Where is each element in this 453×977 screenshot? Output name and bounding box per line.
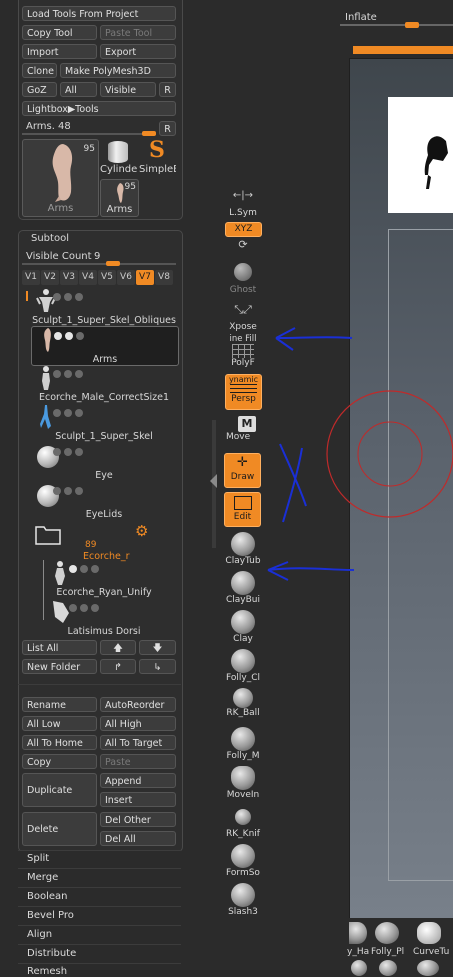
annotation-cross-draw: [279, 443, 307, 523]
annotation-overlay: [267, 327, 355, 581]
annotation-arrow-polyf: [275, 327, 353, 351]
annotation-arrow-claytubes: [267, 561, 355, 581]
